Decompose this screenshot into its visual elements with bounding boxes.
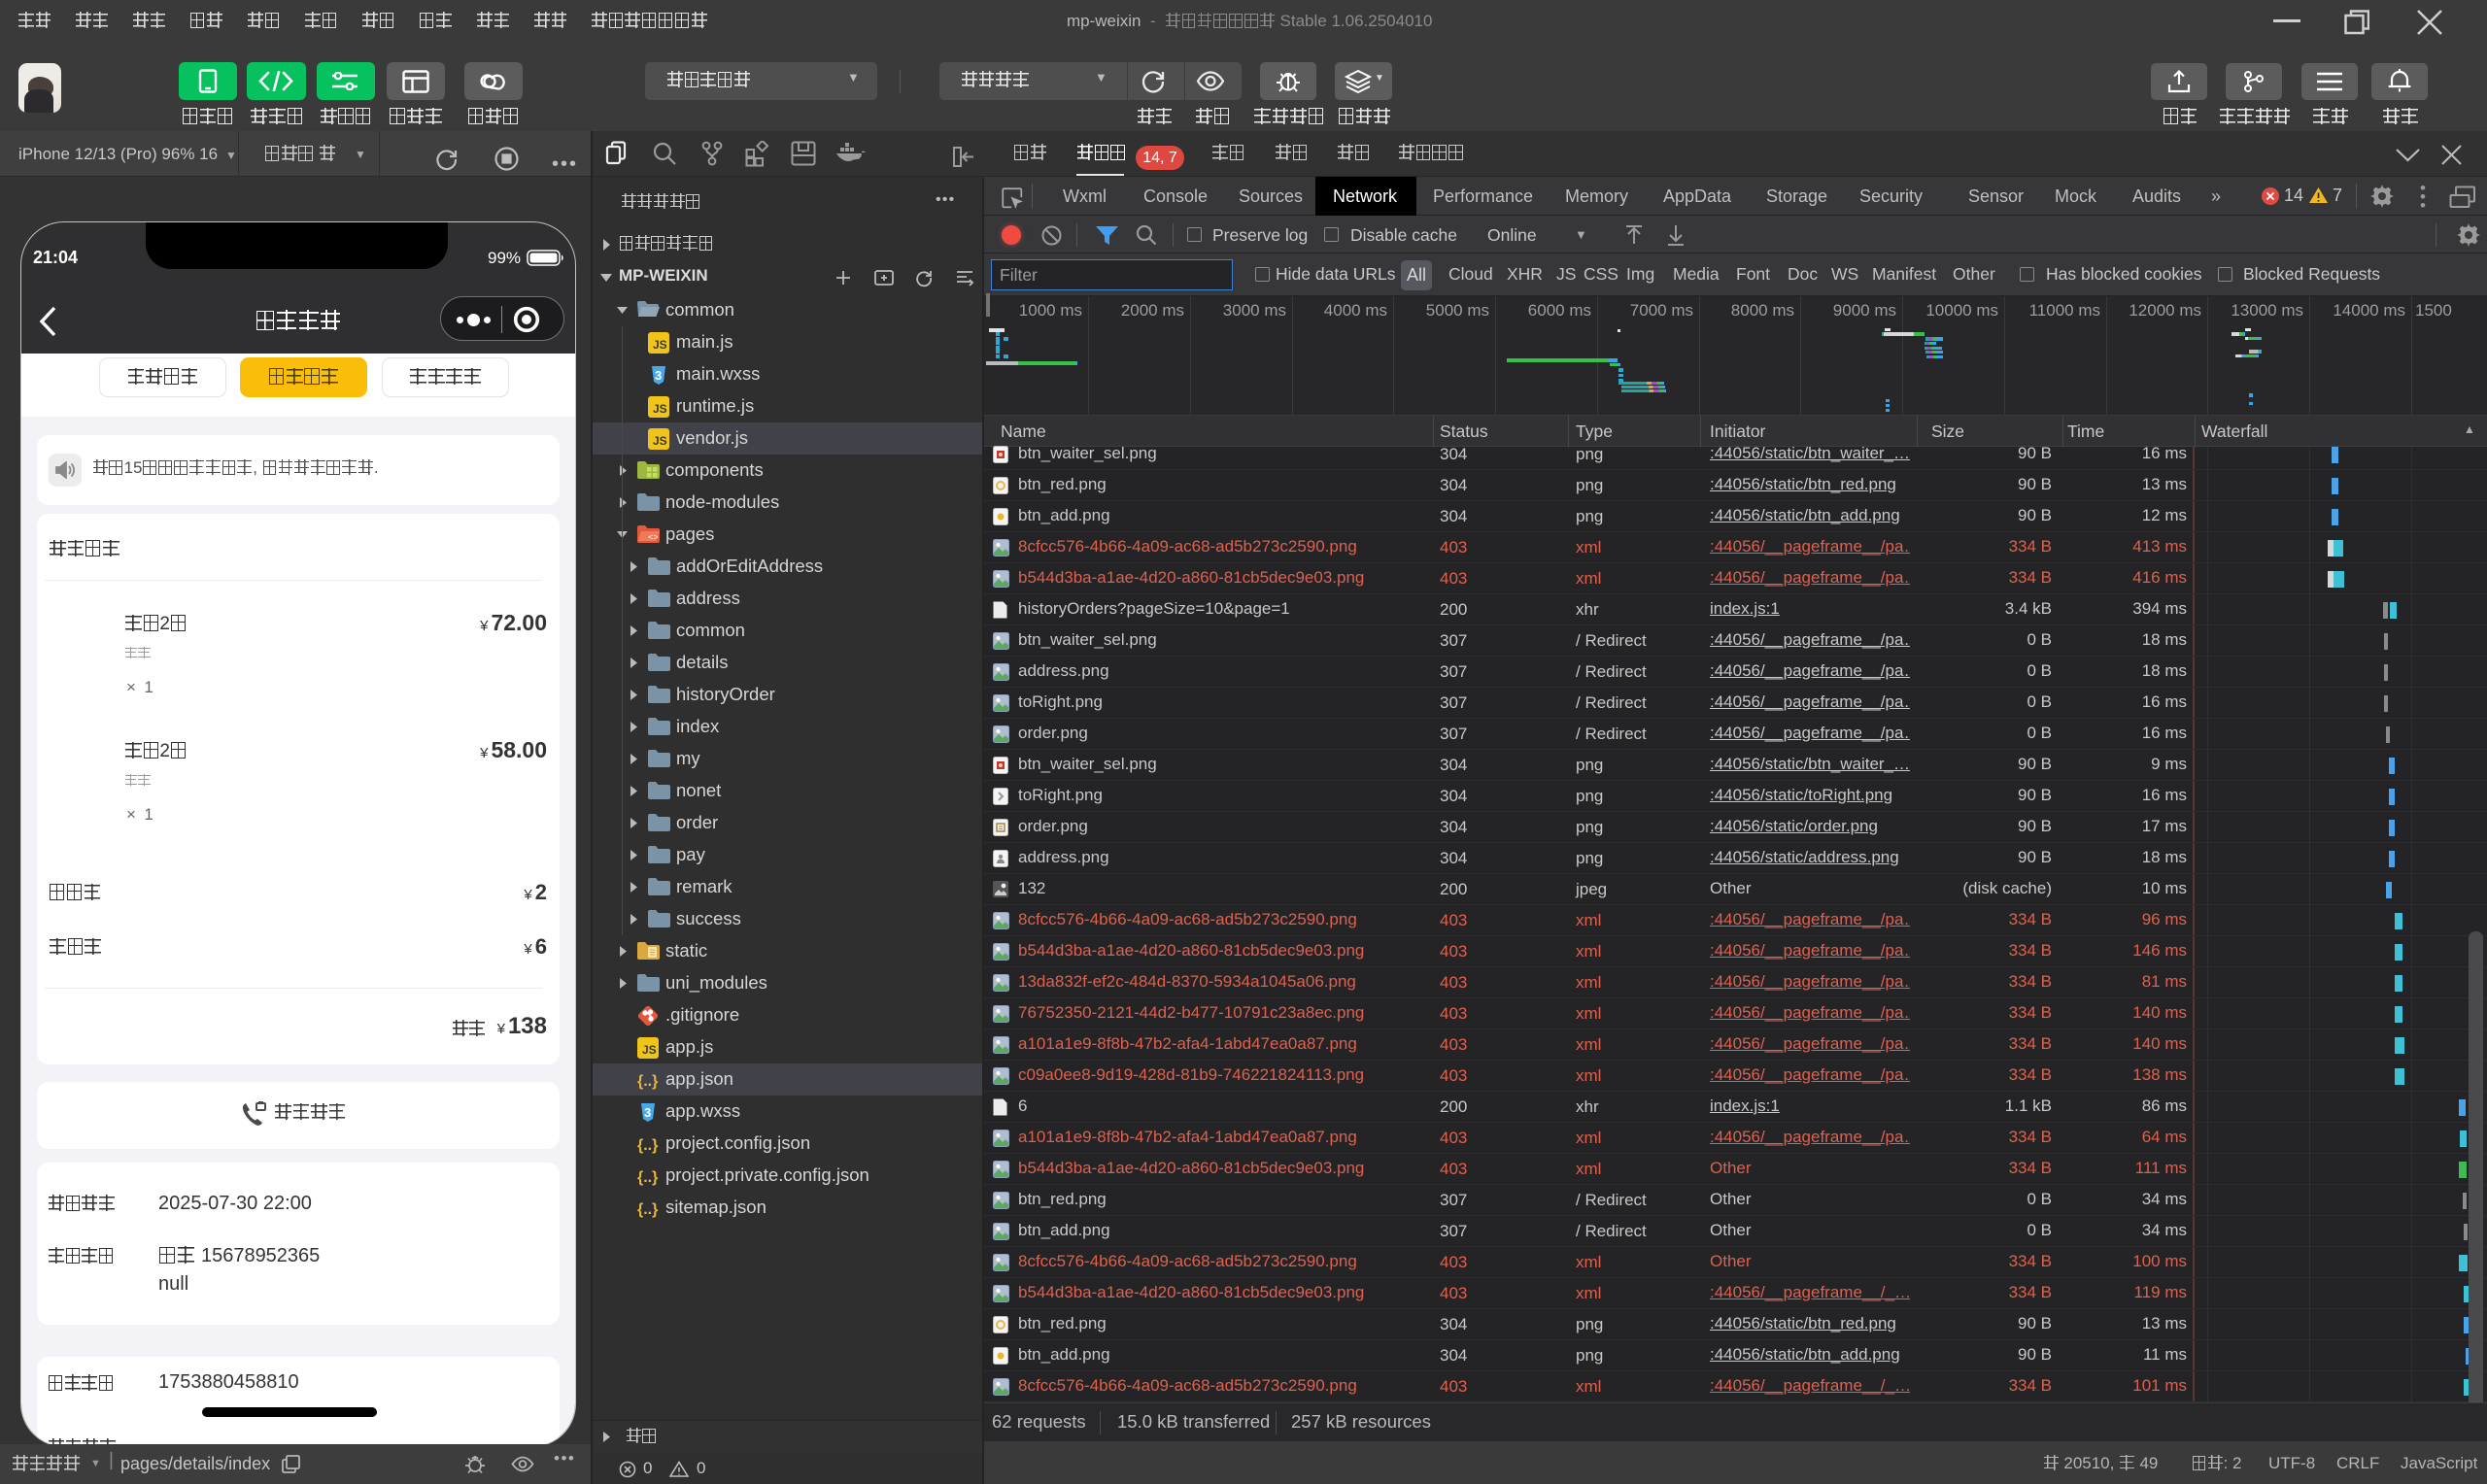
svg-text:JS: JS: [642, 1043, 657, 1057]
svg-text:<>: <>: [648, 533, 659, 543]
svg-text:3: 3: [655, 368, 662, 383]
svg-text:JS: JS: [653, 338, 667, 352]
svg-text:{..}: {..}: [637, 1169, 658, 1186]
svg-text:{..}: {..}: [637, 1073, 658, 1090]
svg-text:JS: JS: [653, 402, 667, 416]
svg-text:{..}: {..}: [637, 1137, 658, 1154]
svg-text:3: 3: [644, 1105, 651, 1120]
svg-text:JS: JS: [653, 434, 667, 448]
svg-text:{..}: {..}: [637, 1201, 658, 1218]
